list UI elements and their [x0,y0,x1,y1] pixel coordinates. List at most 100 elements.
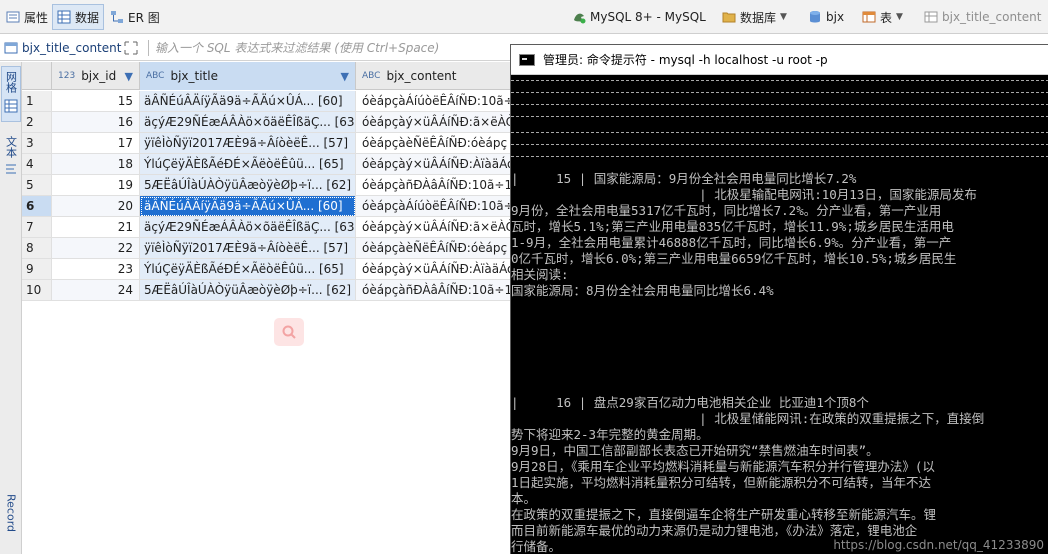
cell-bjx-id[interactable]: 22 [52,238,140,259]
command-prompt-title: 管理员: 命令提示符 - mysql -h localhost -u root … [543,53,828,67]
text-type-icon: ABC [362,71,381,81]
properties-icon [6,11,20,23]
column-label: bjx_id [81,69,117,83]
connection-label: MySQL 8+ - MySQL [590,10,706,24]
row-number: 2 [22,112,52,133]
cell-bjx-id[interactable]: 18 [52,154,140,175]
row-number-header[interactable] [22,62,52,90]
terminal-line: 瓦时，增长5.1%;第三产业用电量835亿千瓦时，增长11.9%;城乡居民生活用… [511,219,954,234]
expand-filter-icon[interactable] [124,41,138,55]
terminal-line: 9月份，全社会用电量5317亿千瓦时，同比增长7.2%。分产业看，第一产业用 [511,203,942,218]
table-icon [862,11,876,23]
terminal-line: | 16 | 盘点29家百亿动力电池相关企业 比亚迪1个顶8个 [511,395,869,410]
table-menu[interactable]: 表 ▼ [862,6,903,28]
filter-table-label: bjx_title_content [22,40,122,55]
er-diagram-icon [111,11,123,23]
row-number: 9 [22,259,52,280]
text-view-button[interactable]: 文本 [1,132,21,188]
cell-bjx-title-selected[interactable]: äÂÑÉúÂÄíÿÃä9ä÷ÃÄú×ÛÁ... [60] [140,196,356,217]
text-lines-icon [6,164,16,174]
cell-bjx-id[interactable]: 21 [52,217,140,238]
cell-bjx-title[interactable]: ÝlúÇëÿÄÈßÃéÐÉ×ÃëòëÊûü... [65] [140,154,356,175]
command-prompt-titlebar[interactable]: 管理员: 命令提示符 - mysql -h localhost -u root … [511,45,1048,75]
connection-selector[interactable]: MySQL 8+ - MySQL [572,6,706,28]
record-view-label: Record [4,494,18,533]
row-number: 4 [22,154,52,175]
cell-bjx-title[interactable]: äçýÆ29ÑÉæÁÂÀö×õäëÊÎßäÇ... [63] [140,112,356,133]
row-number: 6 [22,196,52,217]
cell-bjx-title[interactable]: ÝlúÇëÿÄÈßÃéÐÉ×ÃëòëÊûü... [65] [140,259,356,280]
table-border-line [511,80,1048,81]
cell-bjx-id[interactable]: 15 [52,91,140,112]
row-number: 1 [22,91,52,112]
sort-filter-icon[interactable]: ▼ [341,70,349,83]
blog-watermark: https://blog.csdn.net/qq_41233890 [833,538,1044,552]
table-border-line [511,92,1048,93]
terminal-line: | 北极星储能网讯:在政策的双重提振之下，直接倒 [511,411,985,426]
column-label: bjx_content [386,69,457,83]
cell-bjx-id[interactable]: 16 [52,112,140,133]
data-grid-icon [57,10,71,24]
row-number: 7 [22,217,52,238]
terminal-line: 本。 [511,491,537,506]
terminal-line: 0亿千瓦时，增长6.0%;第三产业用电量6659亿千瓦时，增长10.5%;城乡居… [511,251,957,266]
text-view-label: 文本 [4,136,18,158]
row-number: 3 [22,133,52,154]
terminal-icon [519,53,535,66]
record-view-button[interactable]: Record [1,494,21,552]
terminal-line: 势下将迎来2-3年完整的黄金周期。 [511,427,709,442]
cell-bjx-title[interactable]: äÂÑÉúÂÄíÿÃä9ä÷ÃÄú×ÛÁ... [60] [140,91,356,112]
row-number: 5 [22,175,52,196]
grid-view-button[interactable]: 网格 [1,66,21,122]
grid-icon [4,99,18,113]
table-border-line [511,132,1048,133]
terminal-line: 而目前新能源车最优的动力来源仍是动力锂电池，《办法》落定，锂电池企 [511,523,918,538]
table-grid-icon [924,11,938,23]
tab-data-label: 数据 [75,10,100,25]
cell-bjx-id[interactable]: 19 [52,175,140,196]
terminal-line: 国家能源局：8月份全社会用电量同比增长6.4% [511,283,774,298]
cell-bjx-title[interactable]: 5ÆËâÚÎàÚÀÒÿüÂæòÿèØþ÷ï... [62] [140,175,356,196]
database-cylinder-icon [810,11,820,23]
command-prompt-window[interactable]: 管理员: 命令提示符 - mysql -h localhost -u root … [510,44,1048,554]
chevron-down-icon: ▼ [896,12,903,22]
mysql-connection-icon [574,13,586,24]
database-label: 数据库 [740,10,777,25]
table-border-line [511,144,1048,145]
cell-bjx-title[interactable]: ÿïêÌòÑÿï2017ÆÈ9ã÷ÂíòèëÊ... [57] [140,133,356,154]
column-header-bjx-title[interactable]: ABC bjx_title ▼ [140,62,356,90]
table-border-line [511,104,1048,105]
tab-properties-label: 属性 [24,10,49,25]
database-folder-icon [722,12,736,23]
column-label: bjx_title [170,69,218,83]
cell-bjx-title[interactable]: ÿïêÌòÑÿï2017ÆÈ9ã÷ÂíòèëÊ... [57] [140,238,356,259]
view-switcher-rail: 网格 文本 Record [0,62,22,554]
table-menu-label: 表 [880,10,893,25]
grid-view-label: 网格 [4,71,18,93]
database-selector[interactable]: 数据库 ▼ [722,6,787,28]
cell-bjx-id[interactable]: 23 [52,259,140,280]
sort-filter-icon[interactable]: ▼ [125,70,133,83]
cell-bjx-id[interactable]: 17 [52,133,140,154]
editor-toolbar: 属性 数据 ER 图 MySQL 8+ - MySQL 数据库 ▼ bjx 表 … [0,0,1048,34]
filter-table-tag[interactable]: bjx_title_content [0,40,122,55]
cell-bjx-id[interactable]: 20 [52,196,140,217]
tab-er-diagram-label: ER 图 [128,10,160,25]
tab-properties[interactable]: 属性 [2,4,52,30]
cell-bjx-title[interactable]: äçýÆ29ÑÉæÁÂÀö×õäëÊÎßäÇ... [63] [140,217,356,238]
terminal-output[interactable]: | 15 | 国家能源局：9月份全社会用电量同比增长7.2% | 北极星输配电网… [511,76,1048,554]
active-table-selector[interactable]: bjx_title_content [924,6,1041,28]
tab-data[interactable]: 数据 [52,4,105,30]
schema-selector[interactable]: bjx [808,6,844,28]
text-type-icon: ABC [146,71,165,81]
cell-bjx-title[interactable]: 5ÆËâÚÎàÚÀÒÿüÂæòÿèØþ÷ï... [62] [140,280,356,301]
terminal-line: 1-9月，全社会用电量累计46888亿千瓦时，同比增长6.9%。分产业看，第一产 [511,235,952,250]
terminal-line: 行储备。 [511,539,562,554]
terminal-line: 相关阅读: [511,267,569,282]
column-header-bjx-id[interactable]: 123 bjx_id ▼ [52,62,140,90]
active-table-label: bjx_title_content [942,10,1042,24]
tab-er-diagram[interactable]: ER 图 [106,4,164,30]
cell-bjx-id[interactable]: 24 [52,280,140,301]
magnifier-watermark-icon [274,318,304,346]
row-number: 8 [22,238,52,259]
